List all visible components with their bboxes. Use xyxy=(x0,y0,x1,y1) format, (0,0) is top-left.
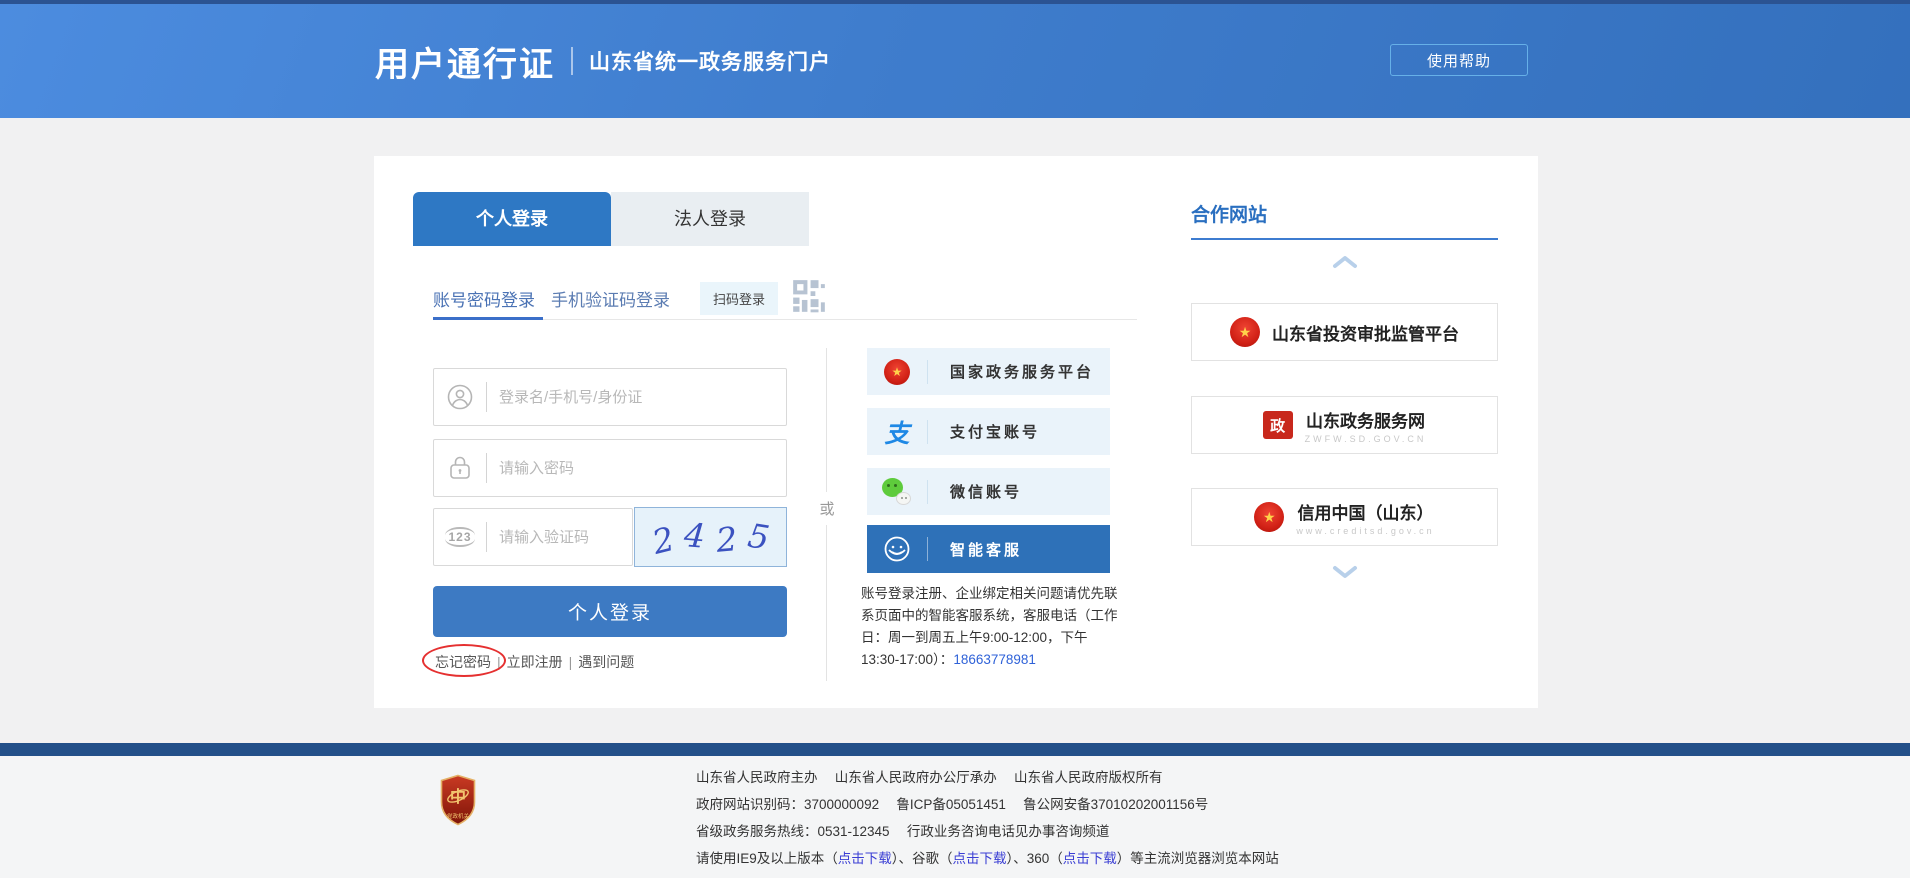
helper-links: 忘记密码 | 立即注册 | 遇到问题 xyxy=(429,652,640,672)
customer-service-icon xyxy=(867,535,927,563)
alipay-icon xyxy=(867,414,927,450)
third-party-alipay[interactable]: 支付宝账号 xyxy=(867,408,1110,455)
tab-corporate-login[interactable]: 法人登录 xyxy=(611,192,809,246)
footer-line-1: 山东省人民政府主办 山东省人民政府办公厅承办 山东省人民政府版权所有 xyxy=(696,764,1279,791)
lock-icon xyxy=(434,455,486,481)
download-chrome-link[interactable]: 点击下载 xyxy=(953,851,1007,866)
wechat-icon xyxy=(867,478,927,505)
captcha-123-icon: 123 xyxy=(434,527,486,547)
partner-panel-title: 合作网站 xyxy=(1191,200,1267,227)
footer-line-4: 请使用IE9及以上版本（点击下载）、谷歌（点击下载）、360（点击下载）等主流浏… xyxy=(696,845,1279,872)
or-label: 或 xyxy=(812,492,842,525)
footer-text: 山东省人民政府主办 山东省人民政府办公厅承办 山东省人民政府版权所有 政府网站识… xyxy=(696,764,1279,872)
qr-code-icon[interactable] xyxy=(790,277,828,320)
government-badge-icon: 中 党政机关 xyxy=(438,774,478,831)
password-input[interactable] xyxy=(487,440,786,496)
red-seal-icon xyxy=(1263,411,1293,439)
tab-personal-login[interactable]: 个人登录 xyxy=(413,192,611,246)
captcha-image[interactable]: 2425 xyxy=(634,507,787,567)
partner-panel-underline xyxy=(1191,238,1498,240)
svg-text:党政机关: 党政机关 xyxy=(447,812,470,820)
forgot-password-link[interactable]: 忘记密码 xyxy=(429,654,497,670)
user-icon xyxy=(434,384,486,410)
download-ie-link[interactable]: 点击下载 xyxy=(838,851,892,866)
download-360-link[interactable]: 点击下载 xyxy=(1063,851,1117,866)
page-title: 用户通行证 xyxy=(375,37,555,86)
header: 用户通行证 山东省统一政务服务门户 使用帮助 xyxy=(0,4,1910,118)
carousel-up-icon[interactable] xyxy=(1332,254,1358,275)
login-methods: 账号密码登录 手机验证码登录 扫码登录 xyxy=(433,276,828,320)
captcha-field: 123 xyxy=(433,508,633,566)
national-emblem-icon xyxy=(1230,317,1260,347)
personal-login-button[interactable]: 个人登录 xyxy=(433,586,787,637)
partner-panel: 合作网站 山东省投资审批监管平台 山东政务服务网 ZWFW.SD.GOV.CN … xyxy=(1191,156,1498,708)
method-account-password[interactable]: 账号密码登录 xyxy=(433,286,535,311)
scan-login-chip[interactable]: 扫码登录 xyxy=(700,282,778,315)
active-method-underline xyxy=(433,317,543,320)
partner-site-credit-china[interactable]: 信用中国（山东） www.creditsd.gov.cn xyxy=(1191,488,1498,546)
partner-site-investment-platform[interactable]: 山东省投资审批监管平台 xyxy=(1191,303,1498,361)
help-button[interactable]: 使用帮助 xyxy=(1390,44,1528,76)
partner-site-zwfw[interactable]: 山东政务服务网 ZWFW.SD.GOV.CN xyxy=(1191,396,1498,454)
captcha-input[interactable] xyxy=(487,509,632,565)
footer-divider-bar xyxy=(0,743,1910,756)
footer-line-3: 省级政务服务热线：0531-12345 行政业务咨询电话见办事咨询频道 xyxy=(696,818,1279,845)
smart-customer-service-button[interactable]: 智能客服 xyxy=(867,525,1110,573)
service-note: 账号登录注册、企业绑定相关问题请优先联系页面中的智能客服系统，客服电话（工作日：… xyxy=(861,583,1119,670)
third-party-national-platform[interactable]: 国家政务服务平台 xyxy=(867,348,1110,395)
method-sms-code[interactable]: 手机验证码登录 xyxy=(551,286,670,311)
page-subtitle: 山东省统一政务服务门户 xyxy=(589,46,831,76)
password-field xyxy=(433,439,787,497)
trouble-link[interactable]: 遇到问题 xyxy=(572,652,640,672)
national-emblem-icon xyxy=(867,359,927,385)
national-emblem-icon xyxy=(1254,502,1284,532)
carousel-down-icon[interactable] xyxy=(1332,564,1358,585)
footer-line-2: 政府网站识别码：3700000092 鲁ICP备05051451 鲁公网安备37… xyxy=(696,791,1279,818)
page: 用户通行证 山东省统一政务服务门户 使用帮助 个人登录 法人登录 账号密码登录 … xyxy=(0,0,1910,891)
brand: 用户通行证 山东省统一政务服务门户 xyxy=(375,4,831,118)
service-phone-link[interactable]: 18663778981 xyxy=(953,652,1036,667)
third-party-wechat[interactable]: 微信账号 xyxy=(867,468,1110,515)
svg-text:中: 中 xyxy=(450,787,466,806)
register-link[interactable]: 立即注册 xyxy=(501,652,569,672)
username-field xyxy=(433,368,787,426)
footer: 中 党政机关 山东省人民政府主办 山东省人民政府办公厅承办 山东省人民政府版权所… xyxy=(0,756,1910,878)
login-card: 个人登录 法人登录 账号密码登录 手机验证码登录 扫码登录 xyxy=(374,156,1538,708)
brand-divider xyxy=(571,47,573,75)
username-input[interactable] xyxy=(487,369,786,425)
